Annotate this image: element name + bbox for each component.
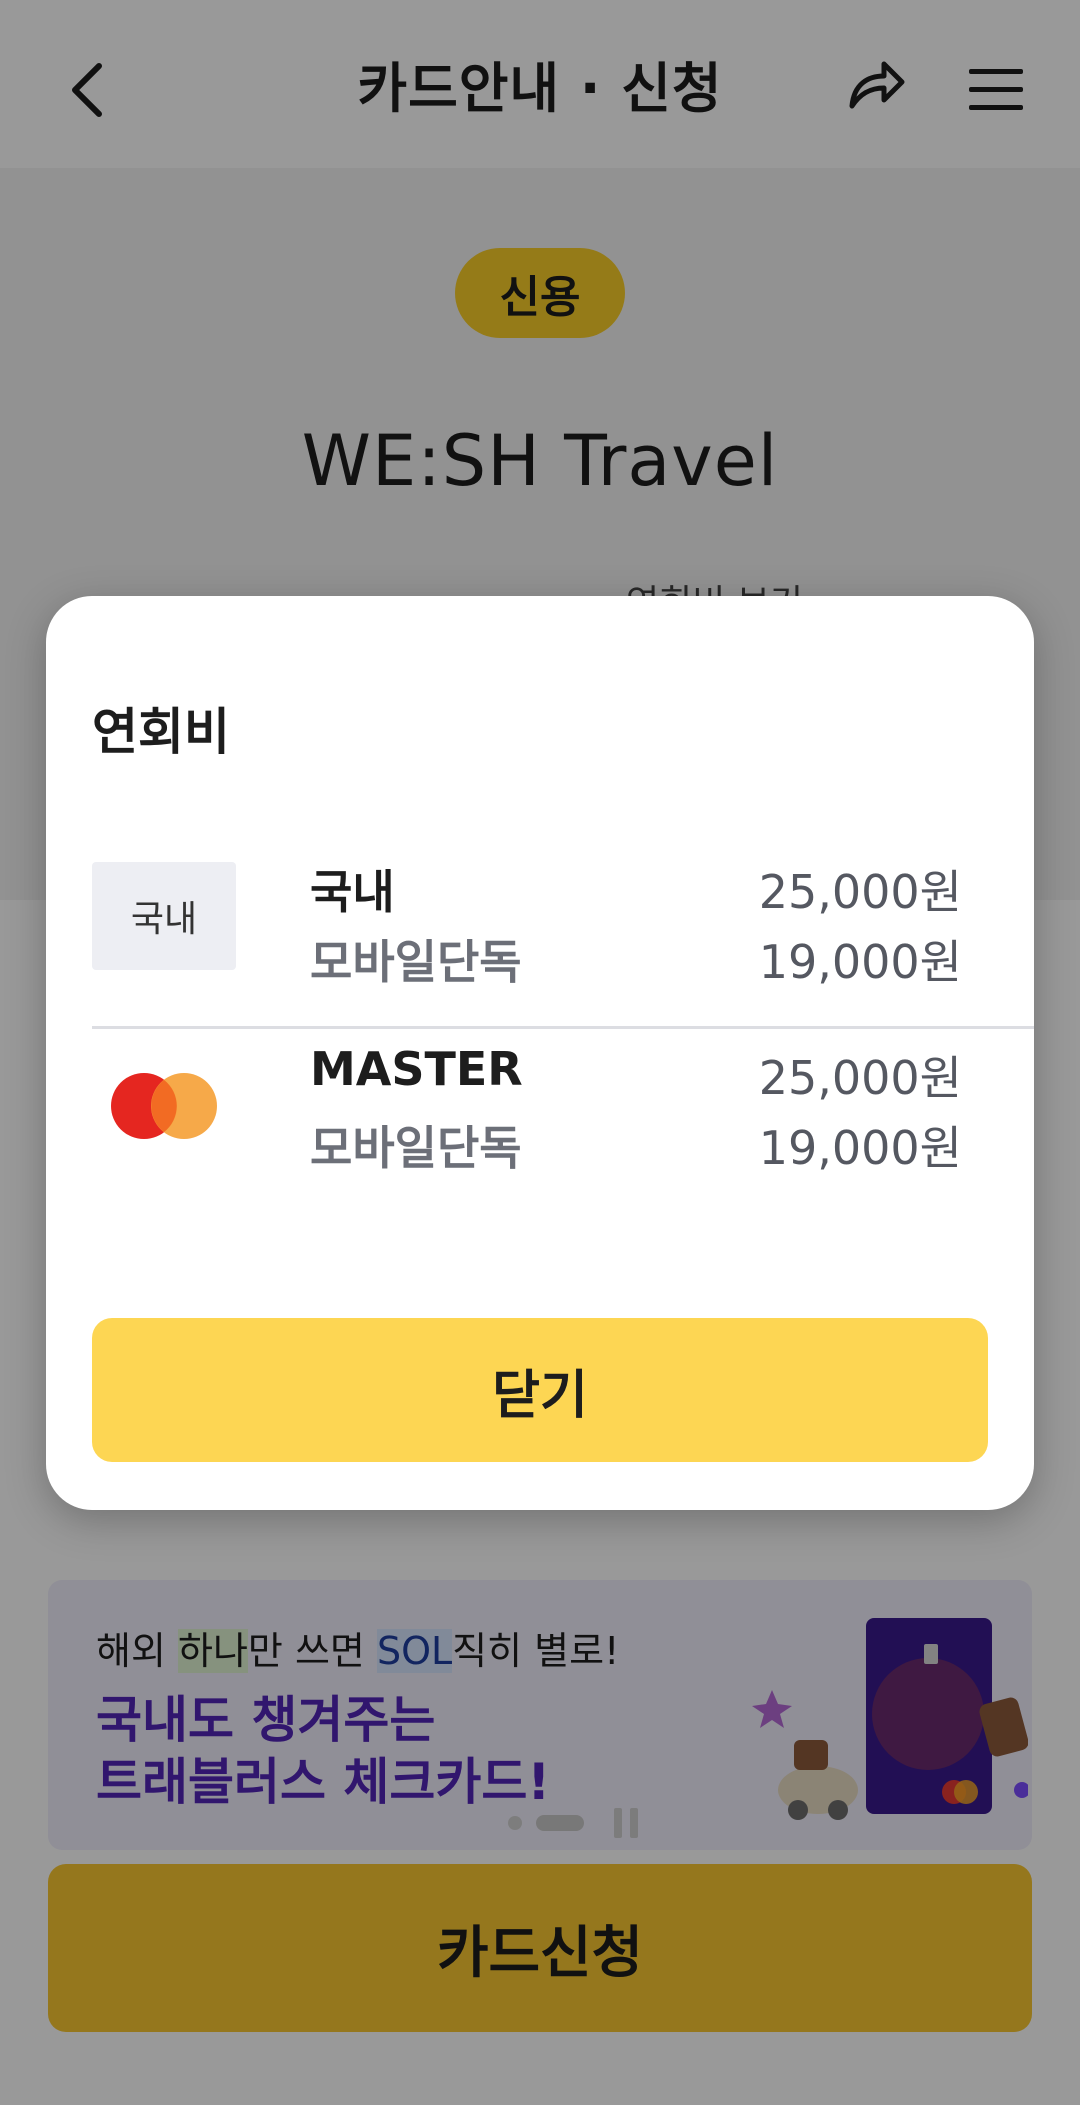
annual-fee-modal: 연회비 국내 국내 25,000원 모바일단독 19,000원 MASTER 2… bbox=[46, 596, 1034, 1510]
modal-title: 연회비 bbox=[92, 703, 230, 761]
fee-row-master: MASTER 25,000원 모바일단독 19,000원 bbox=[46, 1028, 1034, 1208]
close-button[interactable]: 닫기 bbox=[92, 1318, 988, 1462]
fee-row-label: 국내 bbox=[310, 865, 395, 919]
fee-row-amount: 25,000원 bbox=[758, 865, 962, 919]
fee-row-sub-amount: 19,000원 bbox=[758, 1121, 962, 1175]
domestic-brand-badge: 국내 bbox=[92, 862, 236, 970]
fee-row-label: MASTER bbox=[310, 1042, 523, 1096]
fee-row-sub-amount: 19,000원 bbox=[758, 935, 962, 989]
fee-row-sub-label: 모바일단독 bbox=[310, 1121, 522, 1175]
fee-row-amount: 25,000원 bbox=[758, 1051, 962, 1105]
fee-row-sub-label: 모바일단독 bbox=[310, 935, 522, 989]
mastercard-logo-icon bbox=[111, 1073, 217, 1139]
fee-row-domestic: 국내 국내 25,000원 모바일단독 19,000원 bbox=[46, 842, 1034, 1022]
